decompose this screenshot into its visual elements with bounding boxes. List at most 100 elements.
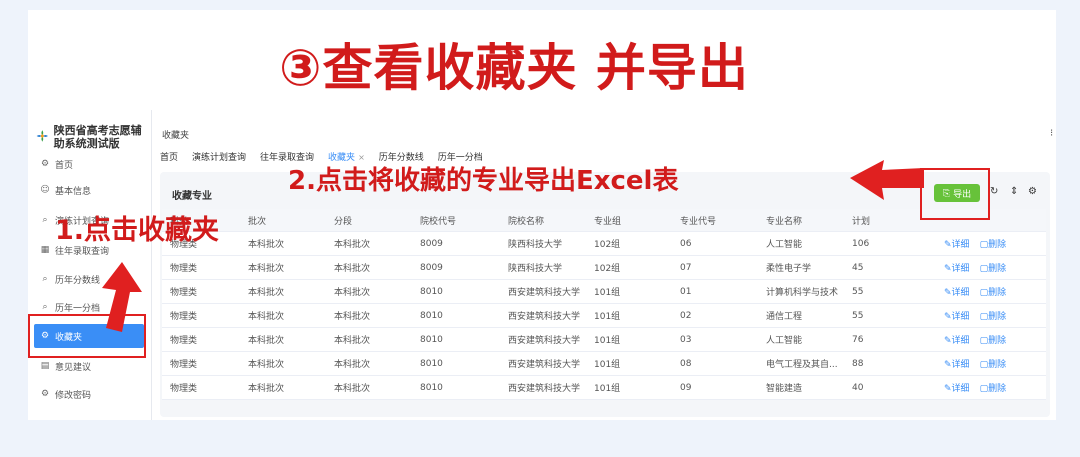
table-cell: 本科批次 [334,384,371,394]
table-cell: 本科批次 [334,312,371,322]
table-cell: 8010 [420,310,443,321]
table-cell: 8010 [420,334,443,345]
table-cell: 智能建造 [766,384,803,394]
detail-link[interactable]: ✎详细 [944,261,970,274]
row-actions: ✎详细 ▢删除 [938,261,1046,274]
edit-icon: ✎ [944,384,952,394]
delete-link[interactable]: ▢删除 [980,309,1007,322]
delete-label: 删除 [988,264,1007,274]
more-icon[interactable]: ⁝ [1050,128,1053,139]
delete-label: 删除 [988,288,1007,298]
table-cell: 08 [680,358,692,369]
delete-link[interactable]: ▢删除 [980,333,1007,346]
tab-plan-query[interactable]: 演练计划查询 [192,150,246,166]
annotation-step1: 1.点击收藏夹 [55,215,220,246]
sidebar-item-label: 基本信息 [55,186,92,197]
page-headline: ③查看收藏夹 并导出 [0,28,1028,100]
edit-icon: ✎ [944,288,952,298]
table-cell: 柔性电子学 [766,264,812,274]
table-cell: 本科批次 [334,240,371,250]
table-cell: 人工智能 [766,240,803,250]
table-cell: 西安建筑科技大学 [508,360,581,370]
column-header: 分段 [334,216,353,227]
sidebar-item-change-password[interactable]: ⚙ 修改密码 [34,382,144,406]
sidebar-item-basic-info[interactable]: ☺ 基本信息 [34,178,144,202]
table-cell: 106 [852,238,870,249]
table-cell: 本科批次 [248,312,285,322]
user-icon: ☺ [40,185,50,195]
column-header: 专业名称 [766,216,803,227]
table-cell: 88 [852,358,864,369]
table-cell: 8009 [420,262,443,273]
trash-icon: ▢ [979,288,989,298]
edit-icon: ✎ [944,312,952,322]
delete-label: 删除 [988,312,1007,322]
gear-icon: ⚙ [40,389,50,399]
table-cell: 物理类 [170,264,198,274]
table-row: 物理类 本科批次 本科批次 8010 西安建筑科技大学 101组 03 人工智能 76 ✎详细 ▢删… [162,328,1046,352]
trash-icon: ▢ [979,384,989,394]
edit-icon: ✎ [944,336,952,346]
table-row: 物理类 本科批次 本科批次 8010 西安建筑科技大学 101组 08 电气工程及其自... 8… [162,352,1046,376]
table-cell: 通信工程 [766,312,803,322]
column-header: 专业组 [594,216,622,227]
settings-icon[interactable]: ⚙ [1028,186,1037,197]
detail-label: 详细 [951,360,970,370]
table-cell: 本科批次 [248,240,285,250]
table-cell: 物理类 [170,312,198,322]
delete-link[interactable]: ▢删除 [980,381,1007,394]
table-cell: 02 [680,310,692,321]
column-height-icon[interactable]: ⇕ [1010,186,1018,197]
table-cell: 西安建筑科技大学 [508,384,581,394]
row-actions: ✎详细 ▢删除 [938,285,1046,298]
sidebar-item-home[interactable]: ⚙ 首页 [34,152,144,176]
trash-icon: ▢ [979,240,989,250]
table-cell: 102组 [594,264,621,274]
detail-link[interactable]: ✎详细 [944,285,970,298]
row-actions: ✎详细 ▢删除 [938,237,1046,250]
table-cell: 陕西科技大学 [508,240,563,250]
table-cell: 人工智能 [766,336,803,346]
delete-link[interactable]: ▢删除 [980,237,1007,250]
table-cell: 本科批次 [334,288,371,298]
app-title: 陕西省高考志愿辅助系统测试版 [53,124,142,150]
delete-link[interactable]: ▢删除 [980,285,1007,298]
table-cell: 本科批次 [334,264,371,274]
table-cell: 西安建筑科技大学 [508,288,581,298]
detail-link[interactable]: ✎详细 [944,309,970,322]
row-actions: ✎详细 ▢删除 [938,309,1046,322]
column-header: 批次 [248,216,267,227]
table-cell: 8009 [420,238,443,249]
table-cell: 物理类 [170,384,198,394]
panel-title: 收藏专业 [172,191,212,202]
tab-home[interactable]: 首页 [160,150,178,166]
table-cell: 06 [680,238,692,249]
detail-label: 详细 [951,240,970,250]
delete-link[interactable]: ▢删除 [980,357,1007,370]
logo-icon [36,130,49,142]
table-header: 科类 批次 分段 院校代号 院校名称 专业组 专业代号 专业名称 计划 [162,209,1046,232]
column-header: 专业代号 [680,216,717,227]
detail-link[interactable]: ✎详细 [944,357,970,370]
search-icon: ⌕ [42,215,48,225]
table-cell: 物理类 [170,336,198,346]
app-logo-row: 陕西省高考志愿辅助系统测试版 [36,124,151,150]
refresh-icon[interactable]: ↻ [990,186,998,197]
detail-link[interactable]: ✎详细 [944,237,970,250]
tab-label: 首页 [160,153,179,163]
table-row: 物理类 本科批次 本科批次 8010 西安建筑科技大学 101组 09 智能建造 40 ✎详细 ▢删… [162,376,1046,400]
detail-label: 详细 [951,336,970,346]
table-cell: 本科批次 [248,264,285,274]
table-cell: 101组 [594,384,621,394]
search-icon: ⌕ [42,274,48,284]
trash-icon: ▢ [979,264,989,274]
delete-link[interactable]: ▢删除 [980,261,1007,274]
detail-link[interactable]: ✎详细 [944,333,970,346]
trash-icon: ▢ [979,312,989,322]
delete-label: 删除 [988,336,1007,346]
detail-label: 详细 [951,384,970,394]
column-header: 院校代号 [420,216,457,227]
table-cell: 101组 [594,360,621,370]
detail-link[interactable]: ✎详细 [944,381,970,394]
table-cell: 西安建筑科技大学 [508,312,581,322]
